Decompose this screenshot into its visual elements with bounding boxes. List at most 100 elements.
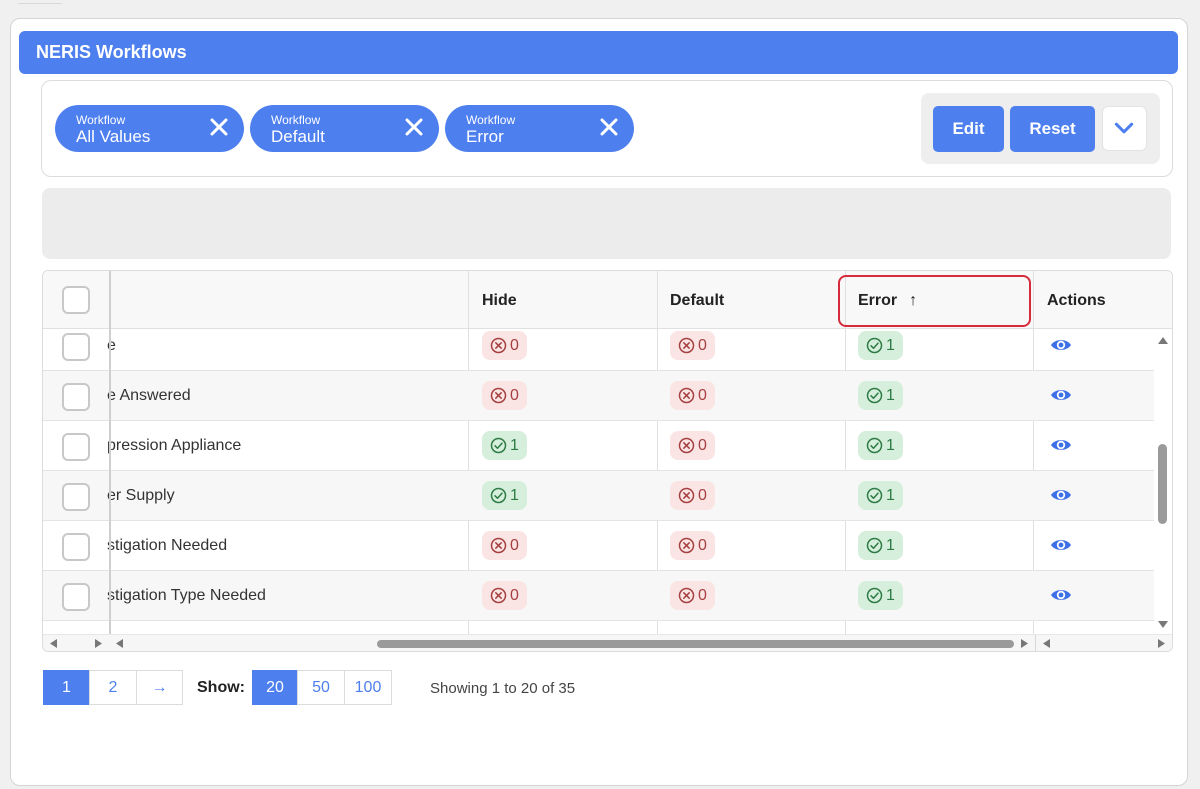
eye-icon[interactable] [1050,487,1072,503]
default-badge: 0 [670,531,715,560]
eye-icon[interactable] [1050,337,1072,353]
page-button-1[interactable]: 1 [43,670,90,705]
hide-badge: 0 [482,381,527,410]
eye-icon[interactable] [1050,587,1072,603]
row-checkbox[interactable] [62,533,90,561]
x-circle-icon [490,537,507,554]
scroll-down-icon[interactable] [1157,620,1169,630]
default-badge: 0 [670,581,715,610]
hide-value: 0 [510,587,519,604]
check-circle-icon [866,387,883,404]
x-circle-icon [678,537,695,554]
next-page-button[interactable]: → [136,670,183,705]
x-circle-icon [678,387,695,404]
vertical-scrollbar[interactable] [1154,329,1172,635]
horizontal-scrollbar[interactable] [43,634,1172,651]
row-checkbox[interactable] [62,483,90,511]
hide-badge: 0 [482,581,527,610]
select-all-checkbox[interactable] [62,286,90,314]
filter-chip-default[interactable]: Workflow Default [250,105,439,152]
tab-fragment [18,0,62,4]
error-value: 1 [886,437,895,454]
scroll-divider [1035,635,1036,651]
table-row: stigation Needed 0 0 1 [43,521,1154,571]
check-circle-icon [866,437,883,454]
error-value: 1 [886,537,895,554]
error-badge: 1 [858,381,903,410]
highlight-box [838,275,1031,327]
eye-icon[interactable] [1050,537,1072,553]
row-name: stigation Type Needed [107,587,266,604]
error-badge: 1 [858,331,903,360]
default-value: 0 [698,437,707,454]
page-size-20[interactable]: 20 [252,670,298,705]
hide-badge: 0 [482,531,527,560]
scroll-up-icon[interactable] [1157,335,1169,345]
chevron-down-icon [1114,122,1134,134]
default-value: 0 [698,487,707,504]
filter-chip-error[interactable]: Workflow Error [445,105,634,152]
check-circle-icon [490,487,507,504]
top-strip [0,0,1200,8]
hide-value: 0 [510,387,519,404]
page-button-2[interactable]: 2 [89,670,137,705]
x-circle-icon [678,587,695,604]
pinned-scroll-left-icon[interactable] [48,638,58,649]
error-value: 1 [886,387,895,404]
error-badge: 1 [858,431,903,460]
row-checkbox[interactable] [62,433,90,461]
scroll-left-icon[interactable] [114,638,124,649]
error-badge: 1 [858,531,903,560]
filter-chip-all-values[interactable]: Workflow All Values [55,105,244,152]
row-checkbox[interactable] [62,383,90,411]
actions-scroll-right-icon[interactable] [1157,638,1167,649]
x-circle-icon [678,337,695,354]
row-checkbox[interactable] [62,583,90,611]
horizontal-scroll-thumb[interactable] [377,640,1014,648]
vertical-scroll-thumb[interactable] [1158,444,1167,524]
column-header-hide[interactable]: Hide [482,292,517,310]
row-checkbox[interactable] [62,333,90,361]
eye-icon[interactable] [1050,437,1072,453]
close-icon[interactable] [208,116,230,138]
default-value: 0 [698,587,707,604]
empty-panel [42,188,1171,259]
row-name: stigation Needed [107,537,228,554]
table-row: stigation Type Needed 0 0 1 [43,571,1154,621]
error-value: 1 [886,337,895,354]
x-circle-icon [490,387,507,404]
error-value: 1 [886,487,895,504]
error-badge: 1 [858,481,903,510]
close-icon[interactable] [598,116,620,138]
check-circle-icon [866,587,883,604]
filter-chip-key: Workflow [271,113,321,127]
eye-icon[interactable] [1050,387,1072,403]
page-size-50[interactable]: 50 [297,670,345,705]
default-badge: 0 [670,481,715,510]
actions-scroll-left-icon[interactable] [1041,638,1051,649]
page-size-100[interactable]: 100 [344,670,392,705]
hide-badge: 1 [482,481,527,510]
page-size-selector: 20 50 100 [252,670,392,705]
expand-button[interactable] [1102,106,1147,151]
hide-value: 1 [510,437,519,454]
pinned-column-divider [109,271,111,651]
close-icon[interactable] [403,116,425,138]
filter-bar: Workflow All Values Workflow Default Wor… [41,80,1173,177]
results-status: Showing 1 to 20 of 35 [430,680,576,697]
row-name: pression Appliance [107,437,242,454]
hide-value: 0 [510,537,519,554]
data-grid: Hide Default Error ↑ Actions e001e Answer… [42,270,1173,652]
pinned-scroll-right-icon[interactable] [94,638,104,649]
reset-button[interactable]: Reset [1010,106,1095,152]
scroll-right-icon[interactable] [1020,638,1030,649]
table-row: e001 [43,321,1154,371]
check-circle-icon [866,537,883,554]
row-name: er Supply [107,487,175,504]
edit-button[interactable]: Edit [933,106,1004,152]
default-badge: 0 [670,431,715,460]
pagination: 1 2 → [43,670,183,705]
column-header-default[interactable]: Default [670,292,724,310]
default-badge: 0 [670,331,715,360]
x-circle-icon [490,587,507,604]
